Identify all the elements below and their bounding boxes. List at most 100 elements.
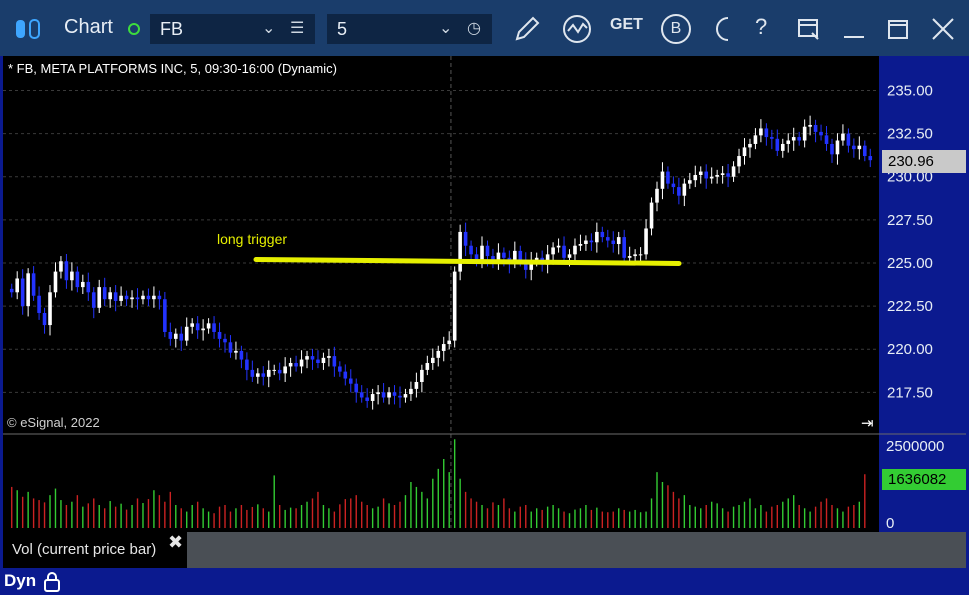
volume-bar <box>421 491 423 528</box>
volume-bar <box>705 505 707 528</box>
candle-body <box>633 254 637 257</box>
candle-body <box>141 295 145 300</box>
volume-bar <box>503 498 505 528</box>
candle-body <box>332 356 337 367</box>
candle-body <box>518 250 523 260</box>
volume-bar <box>229 511 232 528</box>
candle-body <box>791 137 796 141</box>
volume-bar <box>415 486 418 528</box>
volume-bar <box>831 505 833 528</box>
candle-body <box>436 350 441 358</box>
candle-body <box>9 288 14 293</box>
candle-body <box>578 244 583 246</box>
volume-bar <box>743 501 746 528</box>
candle-body <box>245 359 249 370</box>
volume-bar <box>864 474 866 528</box>
scroll-to-end-icon[interactable]: ⇥ <box>861 414 874 432</box>
candle-body <box>157 295 162 300</box>
dynamic-label[interactable]: Dyn <box>4 571 36 591</box>
time-axis[interactable] <box>0 568 969 595</box>
candle-body <box>616 237 621 244</box>
volume-bar <box>153 490 155 528</box>
candle-body <box>780 143 785 151</box>
candle-body <box>644 228 648 255</box>
candle-body <box>31 273 36 296</box>
candle-body <box>556 245 561 248</box>
volume-bar <box>847 506 850 528</box>
volume-bar <box>87 503 89 528</box>
volume-bar <box>300 505 303 528</box>
candle-body <box>283 366 287 374</box>
volume-bar <box>623 509 625 528</box>
candle-body <box>370 394 375 401</box>
candle-body <box>469 245 473 255</box>
volume-bar <box>361 501 363 528</box>
candle-body <box>365 397 369 401</box>
candle-body <box>857 145 862 150</box>
close-icon[interactable]: ✖ <box>168 532 183 553</box>
candle-body <box>819 131 823 136</box>
candle-body <box>266 369 271 377</box>
volume-bar <box>21 496 24 528</box>
volume-bar <box>125 509 128 528</box>
candle-body <box>310 356 315 360</box>
volume-bar <box>27 491 29 528</box>
volume-bar <box>842 511 844 528</box>
candle-body <box>704 171 709 179</box>
volume-bar <box>809 511 811 528</box>
volume-bar <box>49 495 51 528</box>
candle-body <box>480 245 484 260</box>
volume-bar <box>399 501 401 528</box>
candle-body <box>551 247 555 255</box>
candle-body <box>316 359 320 364</box>
volume-bar <box>765 511 768 528</box>
volume-bar <box>694 506 696 528</box>
candle-body <box>846 133 851 146</box>
volume-bar <box>732 506 735 528</box>
candle-body <box>759 128 763 136</box>
volume-bar <box>585 505 587 528</box>
candle-body <box>868 156 873 161</box>
volume-bar <box>393 505 396 528</box>
volume-bar <box>836 508 839 528</box>
volume-bar <box>317 491 319 528</box>
candle-body <box>376 392 380 395</box>
candle-body <box>447 340 452 345</box>
volume-bar <box>93 498 95 528</box>
volume-bar <box>443 459 445 528</box>
candle-body <box>223 338 227 343</box>
candle-body <box>835 140 840 155</box>
volume-bar <box>262 508 264 528</box>
volume-bar <box>437 468 439 528</box>
volume-bar <box>251 506 254 528</box>
volume-bar <box>639 512 642 528</box>
candle-body <box>354 383 359 393</box>
candle-body <box>414 381 419 389</box>
candle-body <box>666 171 670 184</box>
candle-body <box>234 350 238 353</box>
candle-body <box>441 344 446 351</box>
volume-bar <box>246 509 248 528</box>
current-price-badge: 230.96 <box>882 150 966 173</box>
lock-icon[interactable] <box>42 571 62 593</box>
candle-body <box>70 271 74 281</box>
volume-bar <box>268 511 270 528</box>
volume-bar <box>525 505 527 528</box>
volume-bar <box>596 507 598 528</box>
candle-body <box>26 273 30 307</box>
volume-bar <box>158 495 161 528</box>
volume-bar <box>481 505 483 528</box>
volume-bar <box>278 505 281 528</box>
candle-body <box>425 363 430 370</box>
long-trigger-line <box>253 256 682 266</box>
volume-bar <box>71 501 73 528</box>
volume-bar <box>453 439 456 528</box>
candle-body <box>321 357 326 364</box>
candle-body <box>688 180 692 184</box>
candle-body <box>862 145 867 157</box>
volume-bar <box>355 495 357 528</box>
volume-bar <box>535 508 538 528</box>
volume-bar <box>235 508 237 528</box>
candle-body <box>611 240 616 244</box>
volume-panel-label: Vol (current price bar) <box>3 532 187 568</box>
